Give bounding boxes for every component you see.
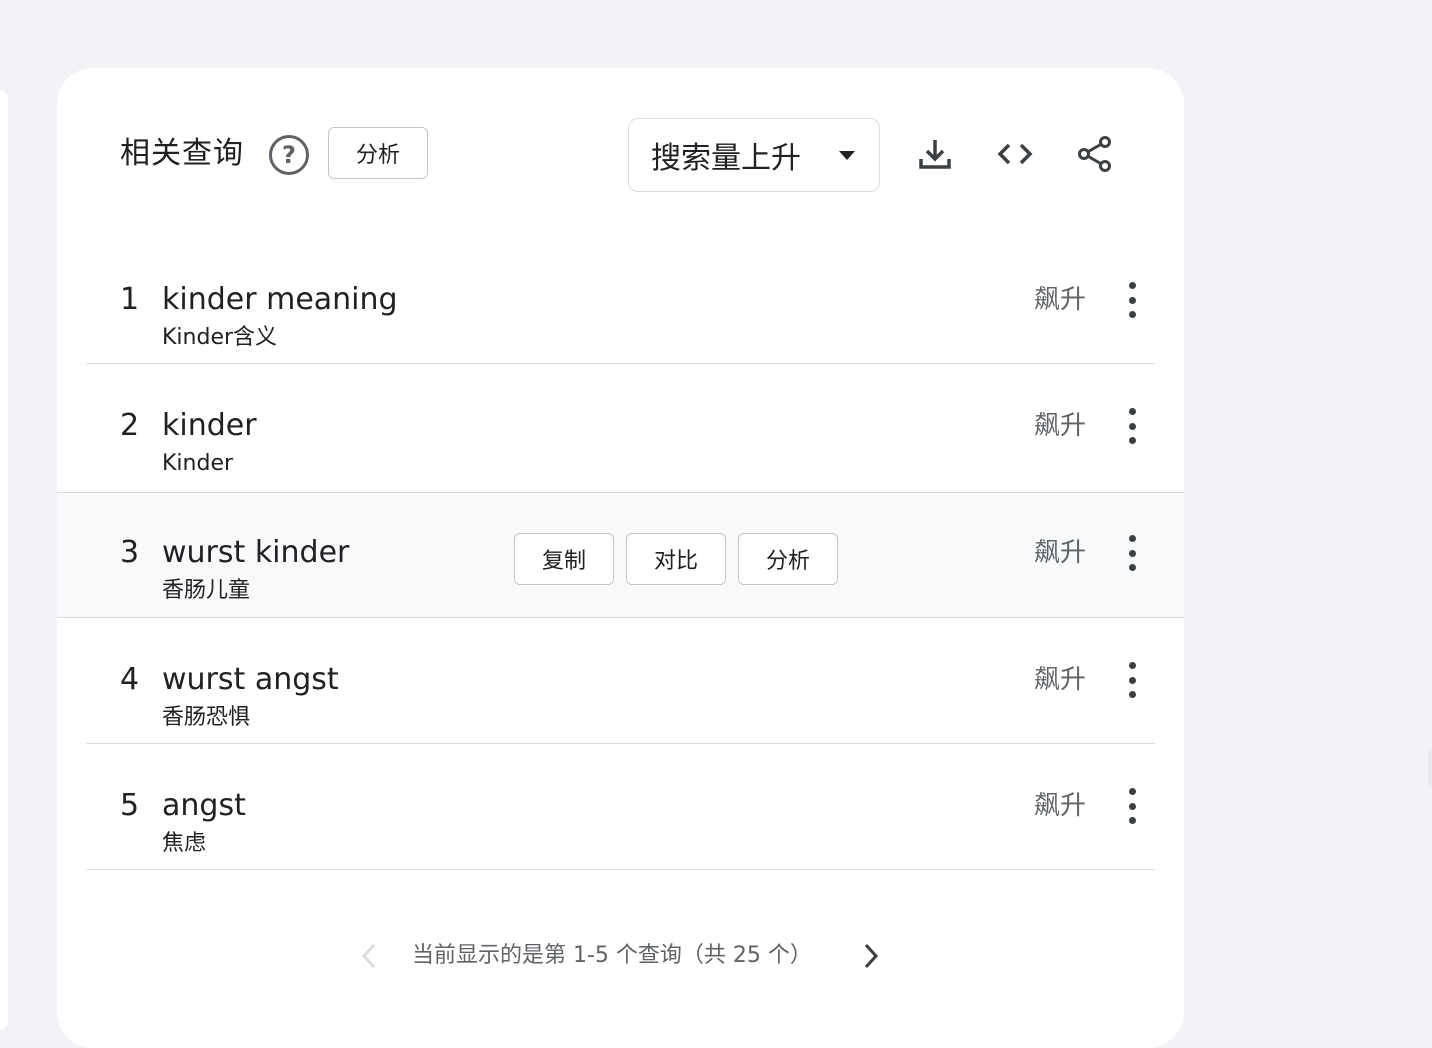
sort-dropdown[interactable]: 搜索量上升 — [628, 118, 880, 192]
list-item[interactable]: 1 kinder meaning Kinder含义 飙升 — [57, 238, 1184, 364]
rank-number: 4 — [120, 662, 140, 697]
chevron-right-icon[interactable] — [857, 940, 885, 972]
rank-number: 3 — [120, 535, 140, 570]
more-vert-icon[interactable] — [1121, 662, 1143, 698]
dropdown-caret-icon — [839, 151, 855, 160]
trend-value: 飙升 — [1034, 285, 1087, 315]
scroll-indicator — [1428, 750, 1432, 786]
related-queries-card: 相关查询 ? 分析 搜索量上升 1 kinder meaning Kinder含… — [57, 68, 1184, 1048]
card-header: 相关查询 ? 分析 搜索量上升 — [57, 68, 1184, 248]
download-icon[interactable] — [915, 134, 955, 174]
query-translation: 香肠恐惧 — [162, 705, 251, 730]
query-text[interactable]: angst — [162, 788, 246, 824]
trend-value: 飙升 — [1034, 538, 1087, 568]
rank-number: 5 — [120, 788, 140, 823]
analyze-button[interactable]: 分析 — [328, 127, 428, 179]
copy-button[interactable]: 复制 — [514, 533, 614, 585]
list-item[interactable]: 4 wurst angst 香肠恐惧 飙升 — [57, 618, 1184, 744]
list-item[interactable]: 5 angst 焦虑 飙升 — [57, 744, 1184, 870]
query-translation: 香肠儿童 — [162, 578, 251, 603]
list-item-hovered[interactable]: 3 wurst kinder 香肠儿童 复制 对比 分析 飙升 — [57, 492, 1184, 618]
code-icon[interactable] — [995, 134, 1035, 174]
rank-number: 2 — [120, 408, 140, 443]
query-translation: Kinder — [162, 451, 234, 476]
more-vert-icon[interactable] — [1121, 408, 1143, 444]
help-circle-icon[interactable]: ? — [269, 135, 309, 175]
sort-dropdown-value: 搜索量上升 — [651, 141, 801, 176]
more-vert-icon[interactable] — [1121, 282, 1143, 318]
query-translation: 焦虑 — [162, 831, 207, 856]
pagination: 当前显示的是第 1-5 个查询（共 25 个） — [57, 936, 1184, 976]
query-text[interactable]: kinder meaning — [162, 282, 398, 318]
analyze-query-button[interactable]: 分析 — [738, 533, 838, 585]
adjacent-panel-edge — [0, 90, 8, 1030]
trend-value: 飙升 — [1034, 411, 1087, 441]
share-icon[interactable] — [1075, 134, 1115, 174]
compare-button[interactable]: 对比 — [626, 533, 726, 585]
pagination-label: 当前显示的是第 1-5 个查询（共 25 个） — [412, 943, 812, 968]
trend-value: 飙升 — [1034, 665, 1087, 695]
query-translation: Kinder含义 — [162, 325, 278, 350]
query-text[interactable]: kinder — [162, 408, 257, 444]
row-divider — [86, 868, 1155, 870]
list-item[interactable]: 2 kinder Kinder 飙升 — [57, 364, 1184, 490]
more-vert-icon[interactable] — [1121, 788, 1143, 824]
more-vert-icon[interactable] — [1121, 535, 1143, 571]
chevron-left-icon — [355, 940, 383, 972]
query-text[interactable]: wurst kinder — [162, 535, 349, 571]
card-title: 相关查询 — [120, 136, 244, 171]
rank-number: 1 — [120, 282, 140, 317]
trend-value: 飙升 — [1034, 791, 1087, 821]
query-text[interactable]: wurst angst — [162, 662, 339, 698]
